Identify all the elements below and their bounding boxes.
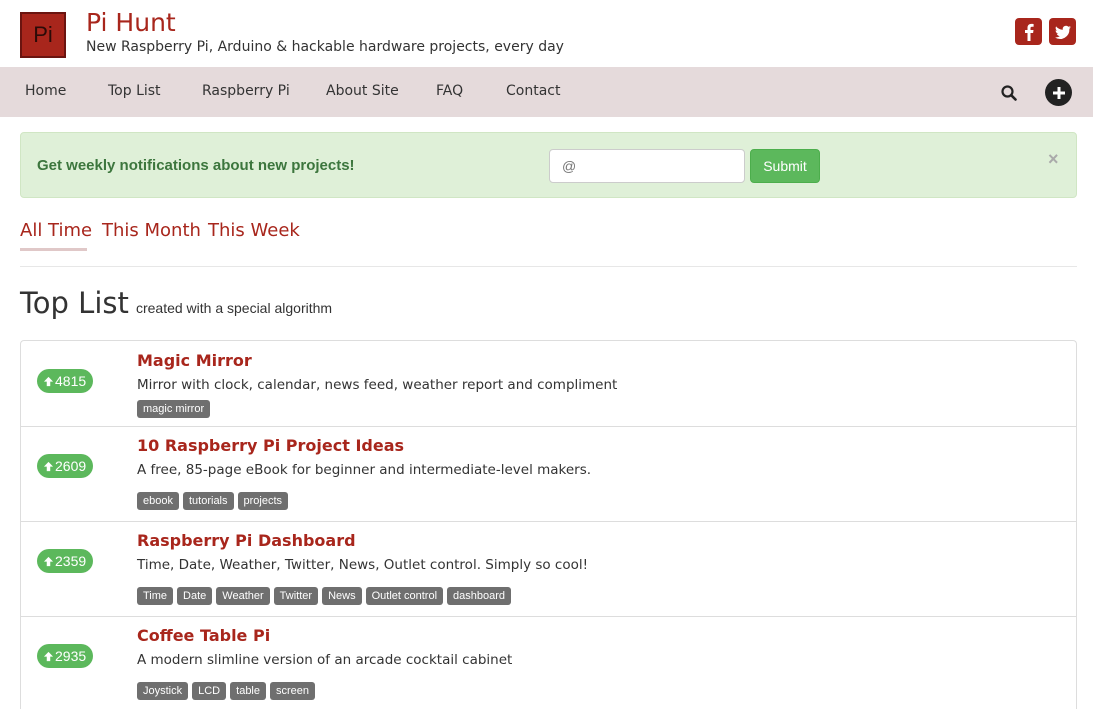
upvote-button[interactable]: 2609 — [37, 454, 94, 478]
tag[interactable]: Outlet control — [365, 587, 444, 605]
vote-count: 4815 — [55, 373, 87, 389]
tag[interactable]: dashboard — [447, 587, 512, 605]
site-logo[interactable]: Pi — [20, 12, 66, 58]
tag[interactable]: screen — [270, 682, 316, 700]
project-title[interactable]: 10 Raspberry Pi Project Ideas — [137, 436, 404, 455]
project-description: Time, Date, Weather, Twitter, News, Outl… — [137, 557, 589, 573]
site-title[interactable]: Pi Hunt — [86, 8, 176, 37]
nav-item-contact[interactable]: Contact — [506, 83, 560, 99]
vote-count: 2609 — [55, 458, 87, 474]
tag[interactable]: Time — [137, 587, 174, 605]
arrow-up-icon — [43, 376, 54, 386]
tag[interactable]: tutorials — [182, 492, 234, 510]
main-navbar: Home Top List Raspberry Pi About Site FA… — [0, 67, 1093, 117]
section-divider — [20, 266, 1077, 267]
newsletter-email-input[interactable] — [549, 149, 745, 183]
project-description: A modern slimline version of an arcade c… — [137, 652, 513, 668]
tab-this-week[interactable]: This Week — [208, 220, 300, 241]
tag[interactable]: table — [230, 682, 266, 700]
newsletter-alert-text: Get weekly notifications about new proje… — [37, 157, 355, 174]
tag[interactable]: LCD — [192, 682, 227, 700]
tag[interactable]: ebook — [137, 492, 179, 510]
nav-item-home[interactable]: Home — [25, 83, 66, 99]
nav-item-raspberry-pi[interactable]: Raspberry Pi — [202, 83, 290, 99]
newsletter-submit-button[interactable]: Submit — [750, 149, 820, 183]
list-item: 2609 10 Raspberry Pi Project Ideas A fre… — [21, 427, 1076, 522]
site-tagline: New Raspberry Pi, Arduino & hackable har… — [86, 39, 564, 55]
upvote-button[interactable]: 4815 — [37, 369, 94, 393]
page-title: Top List — [20, 286, 129, 320]
project-title[interactable]: Coffee Table Pi — [137, 626, 270, 645]
twitter-icon[interactable] — [1049, 18, 1076, 45]
nav-item-about-site[interactable]: About Site — [326, 83, 399, 99]
search-icon[interactable] — [1000, 84, 1018, 102]
list-item: 2935 Coffee Table Pi A modern slimline v… — [21, 617, 1076, 709]
list-item: 2359 Raspberry Pi Dashboard Time, Date, … — [21, 522, 1076, 617]
plus-circle-icon[interactable] — [1045, 79, 1072, 106]
nav-item-top-list[interactable]: Top List — [108, 83, 161, 99]
active-tab-indicator — [20, 248, 87, 251]
tag-list: ebook tutorials projects — [137, 492, 289, 510]
page-subtitle: created with a special algorithm — [135, 300, 333, 316]
tab-this-month[interactable]: This Month — [102, 220, 201, 241]
arrow-up-icon — [43, 556, 54, 566]
page-heading: Top List created with a special algorith… — [20, 286, 332, 320]
arrow-up-icon — [43, 651, 54, 661]
list-item: 4815 Magic Mirror Mirror with clock, cal… — [21, 341, 1076, 427]
vote-count: 2359 — [55, 553, 87, 569]
vote-count: 2935 — [55, 648, 87, 664]
tab-all-time[interactable]: All Time — [20, 220, 92, 241]
facebook-icon[interactable] — [1015, 18, 1042, 45]
tag[interactable]: Joystick — [137, 682, 189, 700]
tag[interactable]: Twitter — [273, 587, 319, 605]
tag-list: magic mirror — [137, 400, 211, 418]
upvote-button[interactable]: 2935 — [37, 644, 94, 668]
tag[interactable]: Weather — [216, 587, 270, 605]
tag[interactable]: magic mirror — [137, 400, 211, 418]
tag[interactable]: News — [322, 587, 362, 605]
project-list: 4815 Magic Mirror Mirror with clock, cal… — [20, 340, 1077, 709]
nav-item-faq[interactable]: FAQ — [436, 83, 463, 99]
tag[interactable]: projects — [237, 492, 289, 510]
close-icon[interactable]: × — [1048, 149, 1059, 170]
arrow-up-icon — [43, 461, 54, 471]
upvote-button[interactable]: 2359 — [37, 549, 94, 573]
project-title[interactable]: Magic Mirror — [137, 351, 252, 370]
project-description: A free, 85-page eBook for beginner and i… — [137, 462, 592, 478]
tag-list: Time Date Weather Twitter News Outlet co… — [137, 587, 512, 605]
project-description: Mirror with clock, calendar, news feed, … — [137, 377, 618, 393]
project-title[interactable]: Raspberry Pi Dashboard — [137, 531, 356, 550]
site-header: Pi Pi Hunt New Raspberry Pi, Arduino & h… — [0, 0, 1093, 67]
tag[interactable]: Date — [177, 587, 213, 605]
tag-list: Joystick LCD table screen — [137, 682, 316, 700]
newsletter-alert: Get weekly notifications about new proje… — [20, 132, 1077, 198]
